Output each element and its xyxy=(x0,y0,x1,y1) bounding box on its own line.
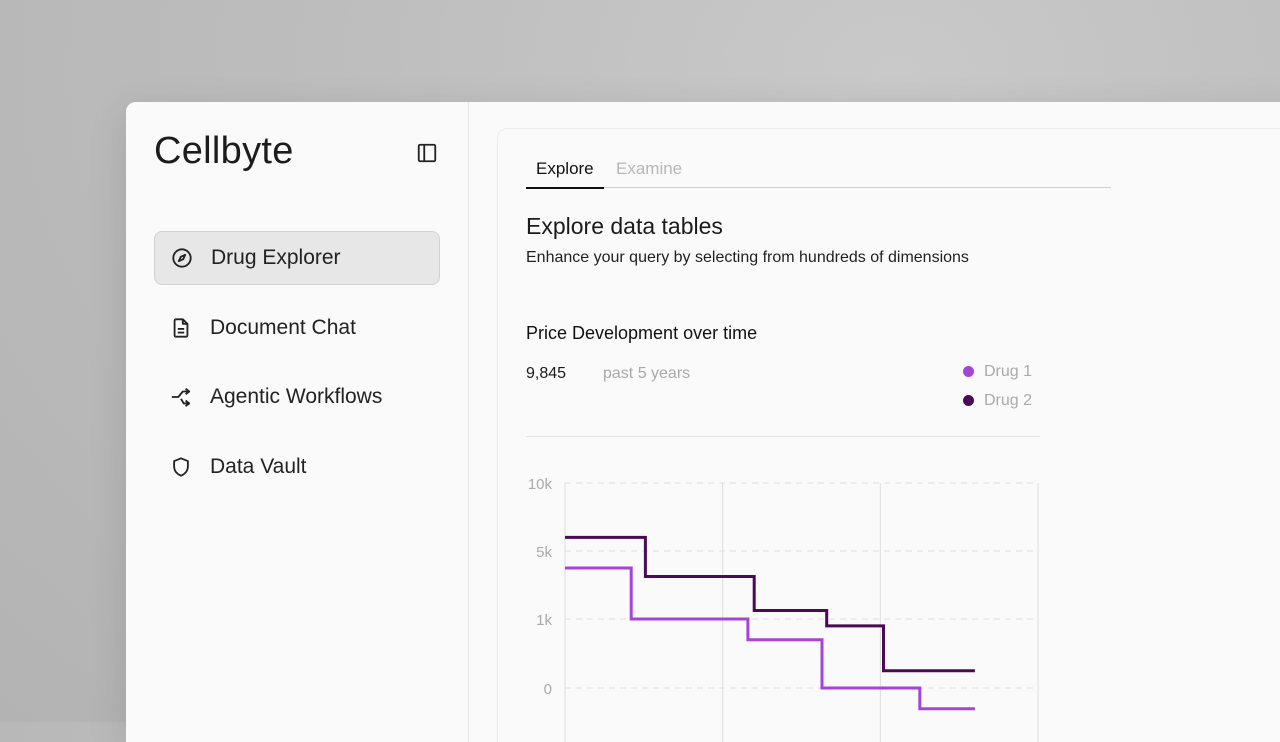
sidebar-item-label: Document Chat xyxy=(210,315,356,339)
sidebar-toggle-icon[interactable] xyxy=(416,142,438,164)
sidebar-item-label: Drug Explorer xyxy=(211,246,341,269)
y-tick-label: 5k xyxy=(536,544,552,561)
sidebar-item-label: Agentic Workflows xyxy=(210,385,383,408)
workflow-icon xyxy=(171,388,191,407)
sidebar-nav: Drug Explorer Document Chat Agentic Work… xyxy=(154,231,440,509)
compass-icon xyxy=(172,248,192,268)
sidebar: Cellbyte Drug Explorer Document Chat Age… xyxy=(126,102,469,742)
price-chart: 10k 5k 1k 0 xyxy=(528,476,1039,742)
sidebar-item-drug-explorer[interactable]: Drug Explorer xyxy=(154,231,440,285)
y-tick-label: 10k xyxy=(528,476,553,493)
series-line-drug-1 xyxy=(565,566,975,711)
sidebar-item-document-chat[interactable]: Document Chat xyxy=(154,301,440,355)
y-tick-label: 0 xyxy=(544,681,552,698)
brand-logo: Cellbyte xyxy=(154,130,294,172)
document-icon xyxy=(173,317,189,338)
app-window: Cellbyte Drug Explorer Document Chat Age… xyxy=(126,102,1280,742)
sidebar-item-agentic-workflows[interactable]: Agentic Workflows xyxy=(154,370,440,424)
shield-icon xyxy=(173,456,189,477)
y-tick-label: 1k xyxy=(536,612,552,629)
sidebar-item-data-vault[interactable]: Data Vault xyxy=(154,440,440,494)
sidebar-item-label: Data Vault xyxy=(210,454,307,478)
main-panel: Explore Examine Explore data tables Enha… xyxy=(497,128,1280,742)
series-line-drug-2 xyxy=(565,535,975,673)
